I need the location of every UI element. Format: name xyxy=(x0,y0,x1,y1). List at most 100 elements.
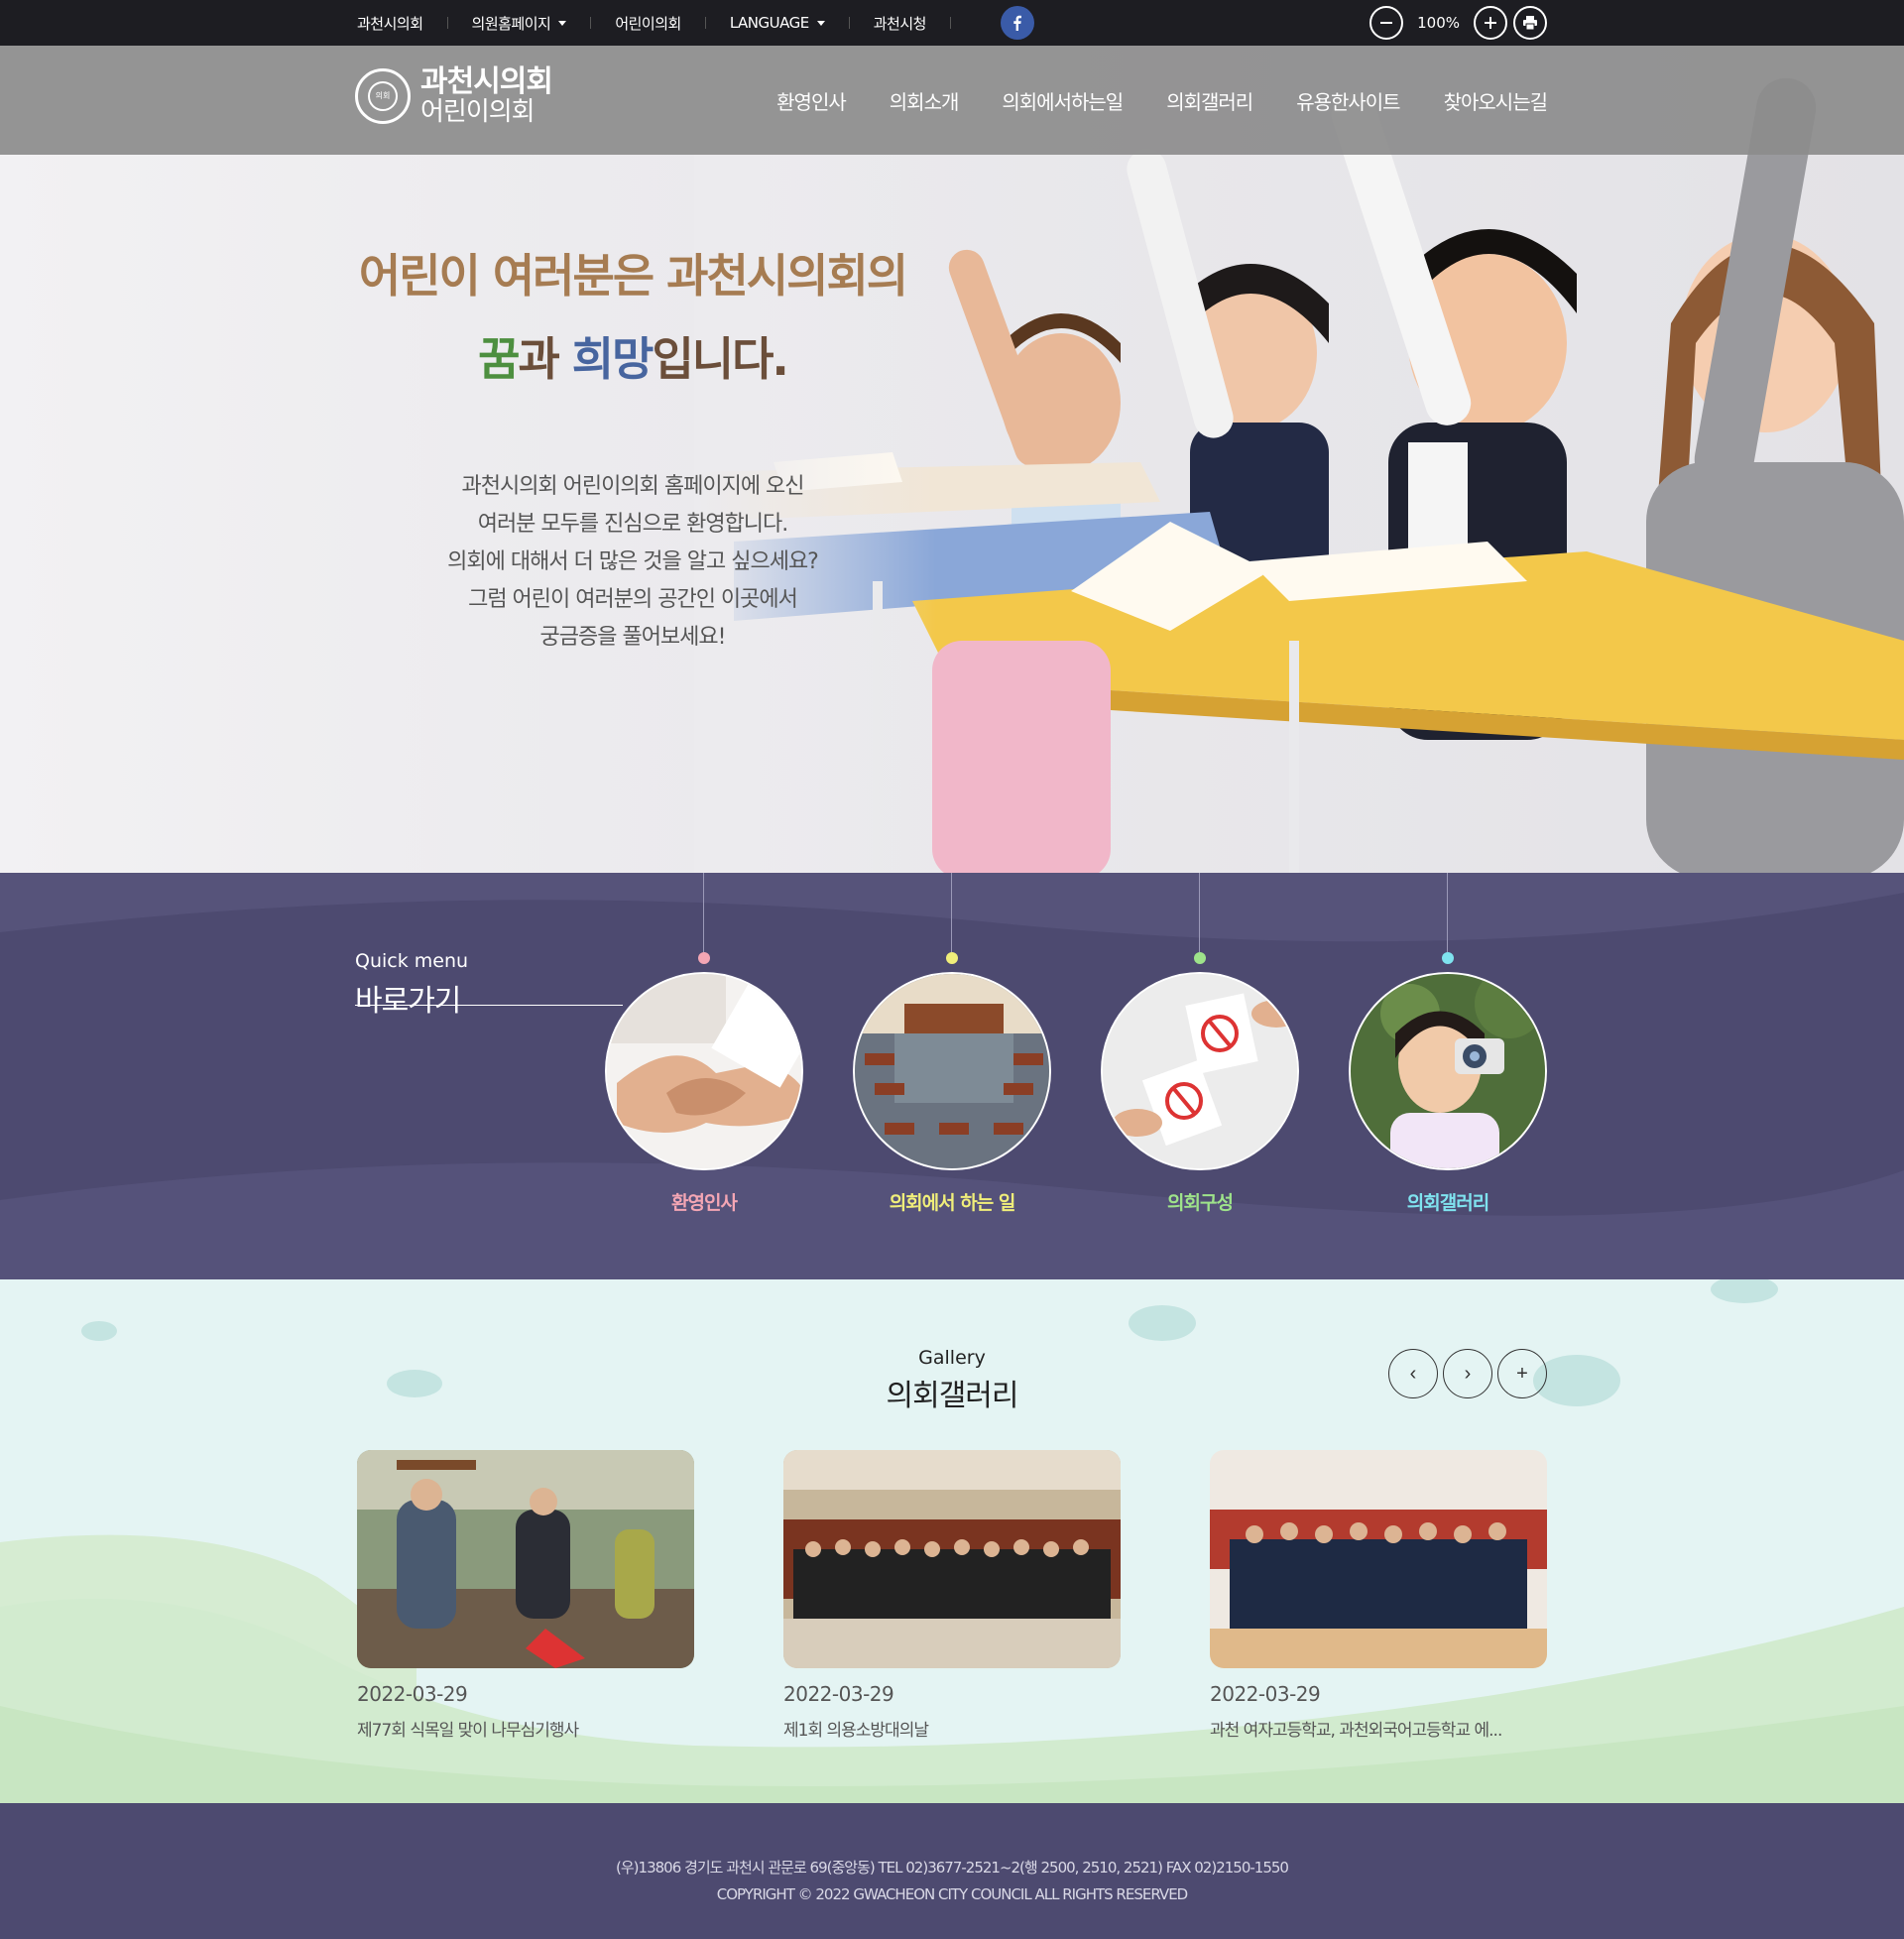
util-link-children-council[interactable]: 어린이의회 xyxy=(615,13,681,34)
util-link-language[interactable]: LANGUAGE xyxy=(730,14,825,32)
gallery-thumbnail-fire-brigade xyxy=(783,1450,1121,1668)
hero-title-and: 과 xyxy=(518,332,572,386)
hero-section: 어린이 여러분은 과천시의회의 꿈과 희망입니다. 과천시의회 어린이의회 홈페… xyxy=(0,46,1904,873)
util-separator xyxy=(704,17,706,29)
hero-children-photo xyxy=(694,46,1904,873)
facebook-icon xyxy=(1013,15,1021,31)
gallery-card[interactable]: 2022-03-29 과천 여자고등학교, 과천외국어고등학교 에... xyxy=(1210,1450,1547,1741)
nav-item-about[interactable]: 의회소개 xyxy=(890,86,960,115)
plus-icon xyxy=(1485,17,1496,29)
hero-title: 어린이 여러분은 과천시의회의 꿈과 희망입니다. xyxy=(355,240,910,389)
util-link-council[interactable]: 과천시의회 xyxy=(357,13,423,34)
util-separator xyxy=(446,17,448,29)
minus-icon xyxy=(1380,22,1393,24)
quick-menu-section: Quick menu 바로가기 환영인사 의회에서 하는 일 의회구성 의회갤러… xyxy=(0,873,1904,1279)
gallery-date: 2022-03-29 xyxy=(783,1682,894,1706)
printer-icon xyxy=(1523,16,1537,30)
gallery-section: Gallery 의회갤러리 ‹ › + 2022-03-29 제77회 식목일 … xyxy=(0,1279,1904,1803)
logo-text: 과천시의회 어린이의회 xyxy=(420,64,553,127)
hero-desc-line: 궁금증을 풀어보세요! xyxy=(539,625,727,650)
util-link-label: 의원홈페이지 xyxy=(471,14,551,33)
footer-address: (우)13806 경기도 과천시 관문로 69(중앙동) TEL 02)3677… xyxy=(616,1859,1289,1877)
print-button[interactable] xyxy=(1513,6,1547,40)
quick-item-gallery[interactable]: 의회갤러리 xyxy=(1344,873,1552,1279)
hanging-string xyxy=(1447,873,1448,952)
util-separator xyxy=(949,17,951,29)
gallery-more-button[interactable]: + xyxy=(1497,1349,1547,1398)
quick-item-welcome[interactable]: 환영인사 xyxy=(600,873,808,1279)
logo-line2: 어린이의회 xyxy=(420,97,536,127)
quick-menu-sub: Quick menu xyxy=(355,950,469,972)
gallery-sub: Gallery xyxy=(918,1347,986,1369)
zoom-out-button[interactable] xyxy=(1369,6,1404,40)
logo-line1: 과천시의회 xyxy=(420,64,553,99)
facebook-button[interactable] xyxy=(1000,6,1034,40)
gallery-item-title: 제1회 의용소방대의날 xyxy=(783,1721,929,1741)
quick-menu-heading: 바로가기 xyxy=(355,984,461,1019)
hero-title-line1: 어린이 여러분은 과천시의회의 xyxy=(358,249,908,303)
hanging-string xyxy=(1199,873,1200,952)
site-header: 의회 과천시의회 어린이의회 환영인사 의회소개 의회에서하는일 의회갤러리 유… xyxy=(0,46,1904,155)
gallery-heading: 의회갤러리 xyxy=(886,1379,1019,1413)
ballot-photo xyxy=(1101,972,1299,1170)
hero-desc-line: 여러분 모두를 진심으로 환영합니다. xyxy=(477,512,789,537)
main-nav: 환영인사 의회소개 의회에서하는일 의회갤러리 유용한사이트 찾아오시는길 xyxy=(733,46,1548,155)
hero-title-hope: 희망 xyxy=(571,332,654,386)
utility-bar: 과천시의회 의원홈페이지 어린이의회 LANGUAGE 과천시청 100% xyxy=(0,0,1904,46)
gallery-thumbnail-tree-planting xyxy=(357,1450,694,1668)
hero-desc-line: 과천시의회 어린이의회 홈페이지에 오신 xyxy=(461,474,804,499)
nav-item-gallery[interactable]: 의회갤러리 xyxy=(1166,86,1253,115)
hanging-string xyxy=(951,873,952,952)
hanging-dot xyxy=(946,952,958,964)
gallery-next-button[interactable]: › xyxy=(1443,1349,1492,1398)
council-chamber-photo xyxy=(853,972,1051,1170)
nav-item-sites[interactable]: 유용한사이트 xyxy=(1296,86,1400,115)
zoom-level: 100% xyxy=(1417,14,1460,32)
util-link-label: LANGUAGE xyxy=(729,14,809,32)
hero-desc-line: 그럼 어린이 여러분의 공간인 이곳에서 xyxy=(468,587,798,612)
quick-item-label: 환영인사 xyxy=(671,1192,738,1214)
quick-item-label: 의회갤러리 xyxy=(1406,1192,1489,1214)
quick-item-composition[interactable]: 의회구성 xyxy=(1096,873,1304,1279)
gallery-card[interactable]: 2022-03-29 제1회 의용소방대의날 xyxy=(783,1450,1121,1741)
gallery-item-title: 과천 여자고등학교, 과천외국어고등학교 에... xyxy=(1210,1721,1502,1741)
gallery-date: 2022-03-29 xyxy=(1210,1682,1321,1706)
gallery-card[interactable]: 2022-03-29 제77회 식목일 맞이 나무심기행사 xyxy=(357,1450,694,1741)
hanging-string xyxy=(703,873,704,952)
quick-item-label: 의회에서 하는 일 xyxy=(889,1192,1016,1214)
quick-item-council-work[interactable]: 의회에서 하는 일 xyxy=(848,873,1056,1279)
gallery-controls: ‹ › + xyxy=(1383,1349,1547,1398)
util-link-member-homepage[interactable]: 의원홈페이지 xyxy=(472,13,567,34)
quick-menu-underline xyxy=(355,1005,623,1006)
quick-item-label: 의회구성 xyxy=(1167,1192,1234,1214)
util-link-label: 과천시의회 xyxy=(357,14,423,33)
seal-text: 의회 xyxy=(368,80,398,111)
hanging-dot xyxy=(698,952,710,964)
girl-camera-photo xyxy=(1349,972,1547,1170)
util-separator xyxy=(590,17,592,29)
site-footer: (우)13806 경기도 과천시 관문로 69(중앙동) TEL 02)3677… xyxy=(0,1803,1904,1939)
nav-item-welcome[interactable]: 환영인사 xyxy=(776,86,847,115)
gallery-date: 2022-03-29 xyxy=(357,1682,468,1706)
util-link-label: 과천시청 xyxy=(873,14,927,33)
util-link-label: 어린이의회 xyxy=(615,14,681,33)
quick-menu-title: Quick menu 바로가기 xyxy=(355,950,468,1020)
util-link-city-hall[interactable]: 과천시청 xyxy=(873,13,927,34)
zoom-tools: 100% xyxy=(1369,0,1547,46)
nav-item-directions[interactable]: 찾아오시는길 xyxy=(1444,86,1548,115)
gallery-item-title: 제77회 식목일 맞이 나무심기행사 xyxy=(357,1721,579,1741)
nav-item-work[interactable]: 의회에서하는일 xyxy=(1002,86,1124,115)
hero-description: 과천시의회 어린이의회 홈페이지에 오신 여러분 모두를 진심으로 환영합니다.… xyxy=(415,468,851,657)
council-seal-icon: 의회 xyxy=(355,67,411,124)
site-logo[interactable]: 의회 과천시의회 어린이의회 xyxy=(355,64,553,127)
gallery-prev-button[interactable]: ‹ xyxy=(1388,1349,1438,1398)
hero-title-line2: 꿈과 희망입니다. xyxy=(355,323,910,389)
caret-down-icon xyxy=(558,20,567,26)
hero-title-dream: 꿈 xyxy=(478,332,520,386)
zoom-in-button[interactable] xyxy=(1474,6,1507,40)
util-separator xyxy=(848,17,850,29)
hero-title-end: 입니다. xyxy=(652,332,788,386)
hero-desc-line: 의회에 대해서 더 많은 것을 알고 싶으세요? xyxy=(447,549,819,574)
footer-copyright: COPYRIGHT © 2022 GWACHEON CITY COUNCIL A… xyxy=(716,1885,1188,1903)
gallery-thumbnail-school-visit xyxy=(1210,1450,1547,1668)
